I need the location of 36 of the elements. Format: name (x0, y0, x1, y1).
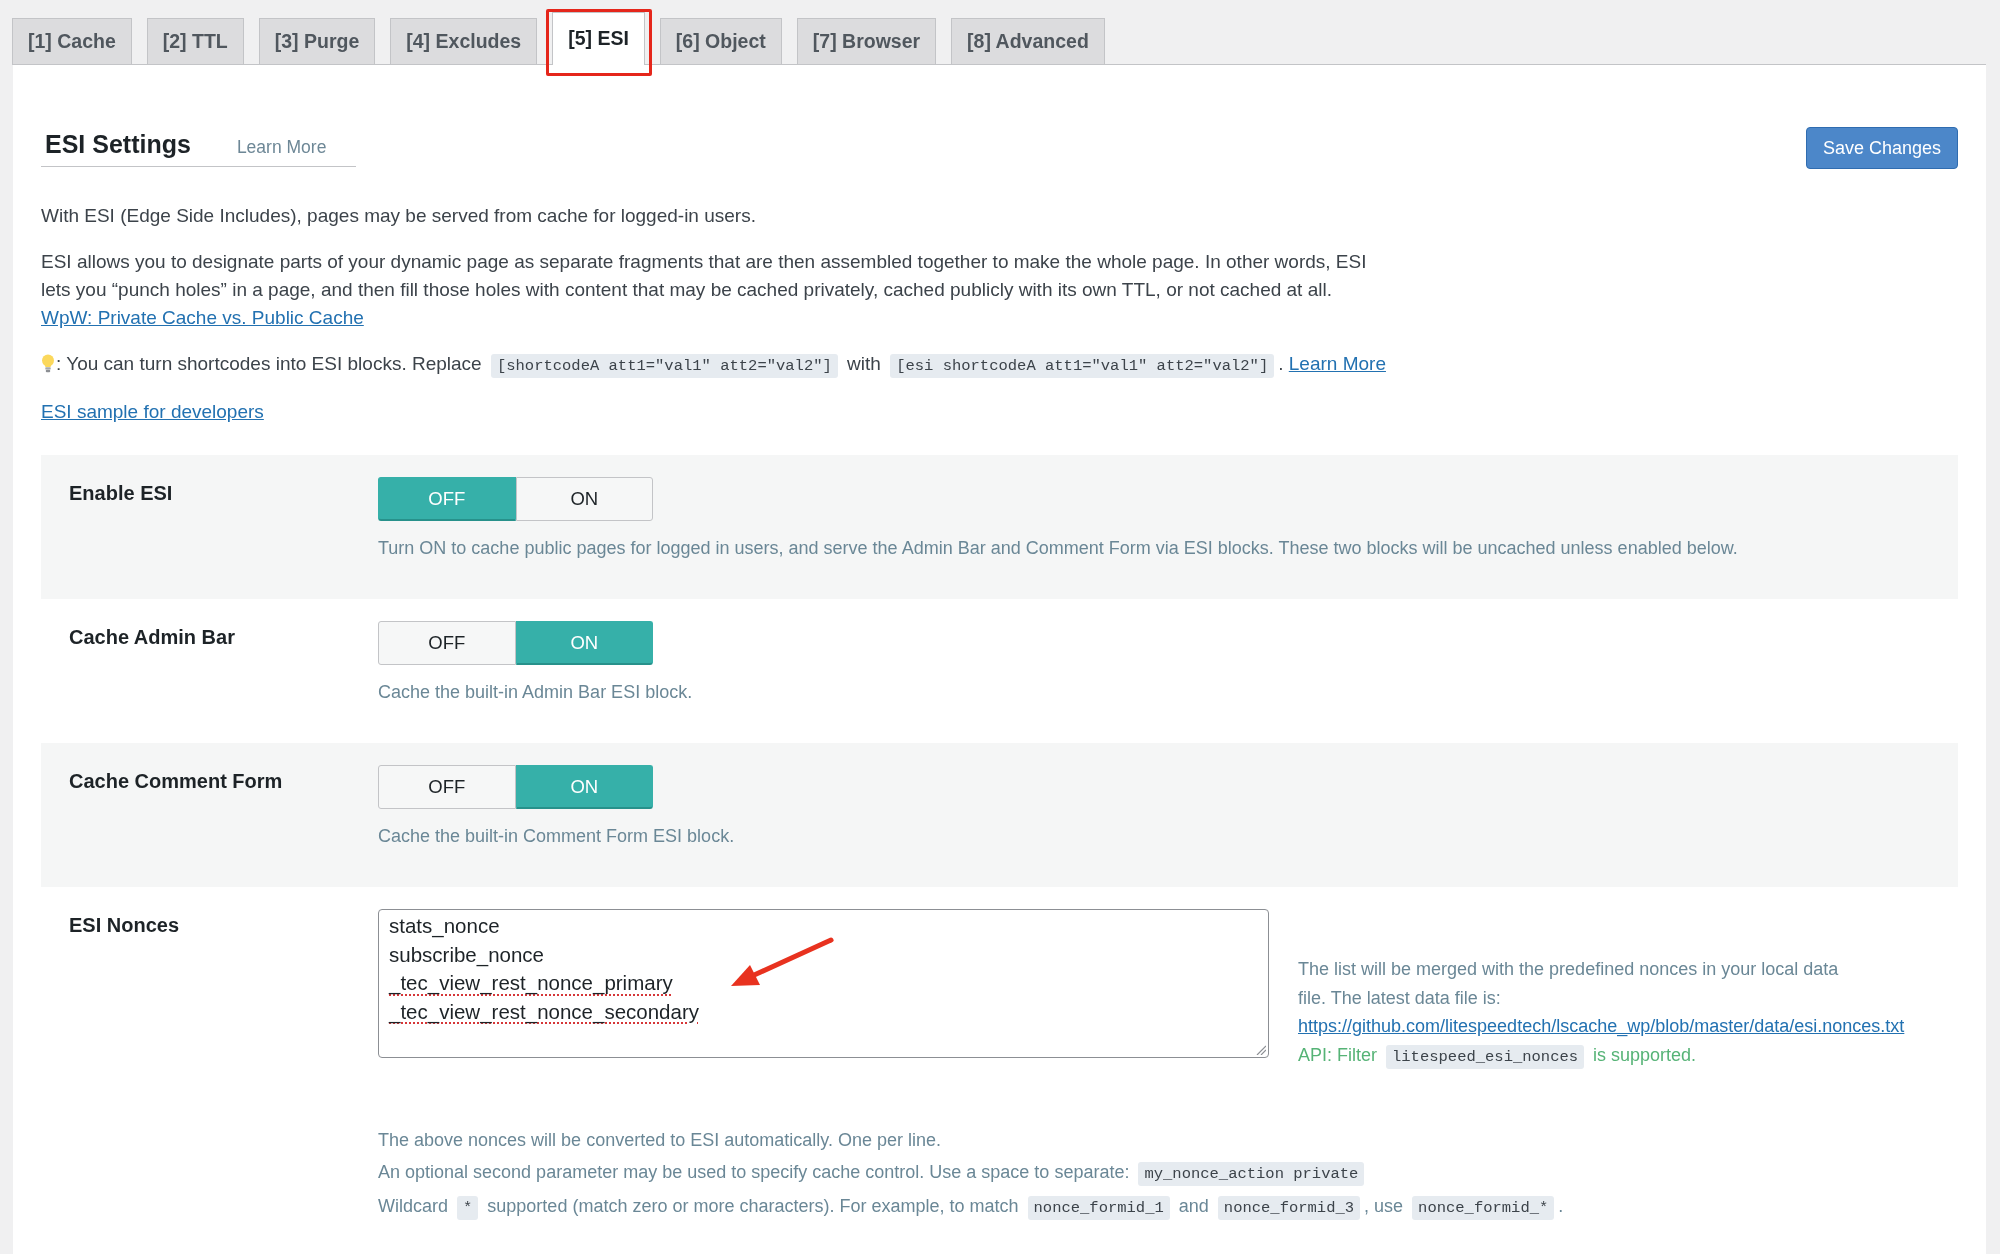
tab[interactable]: [5] ESI (552, 12, 645, 65)
save-button[interactable]: Save Changes (1805, 127, 1958, 169)
setting-label: ESI Nonces (69, 913, 181, 938)
side-note-text: The list will be merged with the predefined nonces in your local data file. The latest data file is: (1298, 958, 1840, 1010)
tab[interactable]: [1] Cache (12, 18, 132, 64)
tab[interactable]: [3] Purge (258, 18, 376, 64)
lightbulb-icon (41, 354, 55, 373)
tip-text: : You can turn shortcodes into ESI blocks. Replace [shortcodeA att1="val1" att2="val2"] with [esi shortcodeA att1="val1" att2="val2"] . Learn More (41, 350, 1958, 380)
note-text: An optional second parameter may be used to specify cache control. Use a space to separate: my_nonce_action private (378, 1158, 1930, 1189)
toggle-option[interactable]: OFF (378, 621, 516, 665)
setting-label: Cache Comment Form (69, 769, 284, 794)
text-link[interactable]: https://github.com/litespeedtech/lscache_wp/blob/master/data/esi.nonces.txt (1298, 1012, 1905, 1041)
tab[interactable]: [7] Browser (796, 18, 937, 64)
setting-label: Cache Admin Bar (69, 625, 236, 650)
setting-label: Enable ESI (69, 481, 174, 506)
toggle-option[interactable]: ON (515, 477, 653, 521)
tab[interactable]: [6] Object (659, 18, 782, 64)
learn-more-link[interactable]: Learn More (236, 134, 327, 161)
tab[interactable]: [4] Excludes (390, 18, 538, 64)
resize-grip-icon (1256, 1045, 1266, 1055)
setting-description: Cache the built-in Admin Bar ESI block. (378, 681, 694, 704)
api-note-text: API: Filter litespeed_esi_nonces is supported. (1298, 1040, 1905, 1071)
tab[interactable]: [2] TTL (146, 18, 244, 64)
setting-description: Turn ON to cache public pages for logged in users, and serve the Admin Bar and Comment Form via ESI blocks. These two blocks will be uncached unless enabled below. (378, 537, 1739, 560)
text-link[interactable]: WpW: Private Cache vs. Public Cache (41, 307, 364, 328)
note-text: The above nonces will be converted to ESI automatically. One per line. (378, 1129, 942, 1152)
explanation-text: ESI allows you to designate parts of your dynamic page as separate fragments that are then assembled together to make the whole page. In other words, ESI lets you “punch holes” in a page, and then fill those holes with content that may be cached privately, cached publicly with its own TTL, or not cached at all. WpW: Private Cache vs. Public Cache (41, 250, 1368, 330)
toggle-option[interactable]: OFF (378, 765, 516, 809)
text-link[interactable]: ESI sample for developers (41, 401, 264, 422)
page-title: ESI Settings (45, 129, 191, 161)
tab[interactable]: [8] Advanced (951, 18, 1105, 64)
note-text: Wildcard * supported (match zero or more characters). For example, to match nonce_formid_1 and nonce_formid_3 , use nonce_formid_* . (378, 1192, 1930, 1223)
intro-text: With ESI (Edge Side Includes), pages may be served from cache for logged-in users. (41, 204, 757, 228)
text-link[interactable]: Learn More (1288, 353, 1386, 374)
setting-description: Cache the built-in Comment Form ESI block. (378, 825, 736, 848)
textarea-field[interactable]: stats_nonce subscribe_nonce _tec_view_rest_nonce_primary _tec_view_rest_nonce_secondary (378, 909, 1269, 1058)
